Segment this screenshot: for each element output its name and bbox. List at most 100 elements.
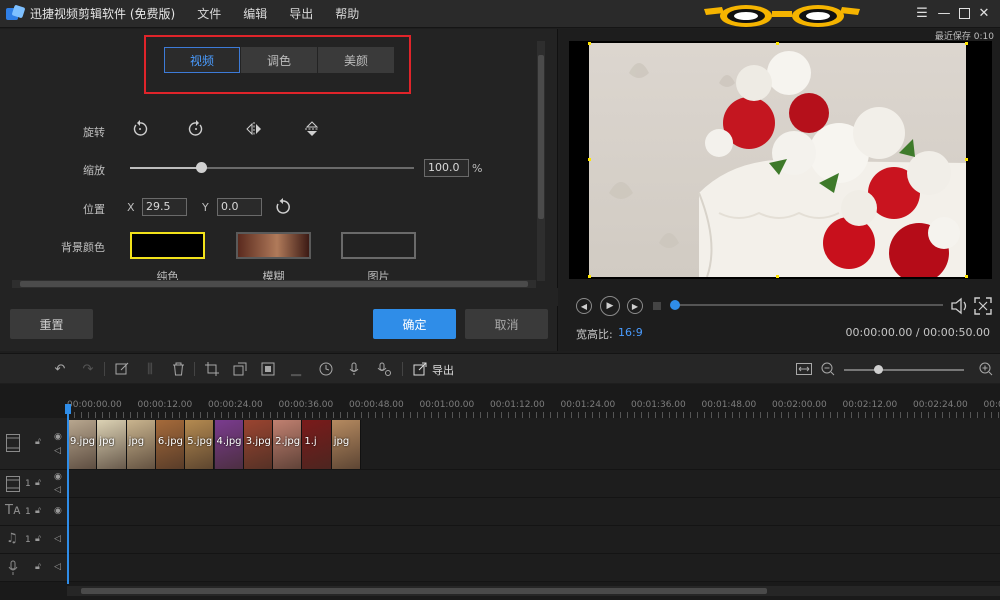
rotate-right-icon[interactable] <box>186 119 206 139</box>
mute-icon[interactable]: ◁ <box>54 485 61 495</box>
menu-file[interactable]: 文件 <box>197 5 221 22</box>
ok-button[interactable]: 确定 <box>373 309 456 339</box>
pos-x-input[interactable]: 29.5 <box>142 198 187 216</box>
selection-handle[interactable] <box>776 275 779 278</box>
panel-vertical-scrollbar[interactable] <box>537 41 545 281</box>
scale-slider-thumb[interactable] <box>196 162 207 173</box>
tab-beauty[interactable]: 美颜 <box>318 47 394 73</box>
playhead[interactable] <box>67 404 69 584</box>
playback-progress[interactable] <box>675 304 943 306</box>
microphone-icon[interactable] <box>346 361 362 377</box>
flip-vertical-icon[interactable] <box>302 119 322 139</box>
aspect-ratio-value[interactable]: 16:9 <box>618 326 643 339</box>
crop-icon[interactable] <box>204 361 220 377</box>
fit-timeline-icon[interactable] <box>796 361 812 377</box>
menu-export[interactable]: 导出 <box>289 5 313 22</box>
selection-handle[interactable] <box>776 42 779 45</box>
zoom-out-icon[interactable] <box>820 361 836 377</box>
selection-handle[interactable] <box>965 275 968 278</box>
timeline-clip[interactable]: jpg <box>331 420 361 469</box>
timeline-clip[interactable]: jpg <box>126 420 156 469</box>
lock-icon[interactable]: 🔓︎ <box>35 562 41 572</box>
time-readout: 00:00:00.00 / 00:00:50.00 <box>845 326 991 339</box>
edit-icon[interactable] <box>114 361 130 377</box>
resize-icon[interactable] <box>232 361 248 377</box>
video-preview[interactable] <box>569 41 992 279</box>
selection-handle[interactable] <box>588 42 591 45</box>
time-ruler[interactable]: 00:00:00.00 00:00:12.00 00:00:24.00 00:00:3… <box>67 384 1000 418</box>
voice-track[interactable] <box>67 554 1000 582</box>
menu-icon[interactable]: ☰ <box>914 5 930 21</box>
prev-frame-icon[interactable]: ◀ <box>576 298 592 314</box>
export-icon[interactable] <box>412 361 428 377</box>
timeline-clip[interactable]: 9.jpg <box>68 420 98 469</box>
split-icon[interactable]: ⫼ <box>142 361 158 377</box>
pos-y-input[interactable]: 0.0 <box>217 198 262 216</box>
timeline-clip[interactable]: 4.jpg <box>214 420 244 469</box>
panel-horizontal-scrollbar[interactable] <box>12 280 536 288</box>
fullscreen-icon[interactable] <box>974 297 992 315</box>
menu-edit[interactable]: 编辑 <box>243 5 267 22</box>
zoom-in-icon[interactable] <box>978 361 994 377</box>
cancel-button[interactable]: 取消 <box>465 309 548 339</box>
scale-slider[interactable] <box>130 162 414 173</box>
lock-icon[interactable]: 🔓︎ <box>35 437 41 447</box>
music-track[interactable] <box>67 526 1000 554</box>
flip-horizontal-icon[interactable] <box>244 119 264 139</box>
minimize-icon[interactable]: — <box>936 5 952 21</box>
lock-icon[interactable]: 🔓︎ <box>35 506 41 516</box>
delete-icon[interactable] <box>170 361 186 377</box>
playhead-handle[interactable] <box>65 404 71 414</box>
selection-handle[interactable] <box>965 158 968 161</box>
timeline-clip[interactable]: 1.j <box>302 420 332 469</box>
chart-icon[interactable]: ▁ <box>288 361 304 377</box>
visibility-icon[interactable]: ◉ <box>54 432 62 442</box>
timeline-clip[interactable]: 5.jpg <box>185 420 215 469</box>
mute-icon[interactable]: ◁ <box>54 446 61 456</box>
stop-icon[interactable] <box>650 299 664 313</box>
mute-icon[interactable]: ◁ <box>54 562 61 572</box>
video-overlay-track[interactable] <box>67 470 1000 498</box>
title-bar: 迅捷视频剪辑软件 (免费版) 文件 编辑 导出 帮助 ☰ — ✕ <box>0 0 1000 28</box>
timeline-clip[interactable]: 2.jpg <box>273 420 303 469</box>
text-track[interactable] <box>67 498 1000 526</box>
bg-image-swatch[interactable] <box>341 232 416 259</box>
timeline-clip[interactable]: 3.jpg <box>243 420 274 469</box>
mute-icon[interactable]: ◁ <box>54 534 61 544</box>
next-frame-icon[interactable]: ▶ <box>627 298 643 314</box>
selection-handle[interactable] <box>588 275 591 278</box>
tab-video[interactable]: 视频 <box>164 47 240 73</box>
bg-blur-swatch[interactable] <box>236 232 311 259</box>
zoom-slider-thumb[interactable] <box>874 365 883 374</box>
zoom-slider[interactable] <box>844 369 964 371</box>
mosaic-icon[interactable] <box>260 361 276 377</box>
timeline-clip[interactable]: 6.jpg <box>155 420 186 469</box>
tab-color[interactable]: 调色 <box>241 47 317 73</box>
reset-button[interactable]: 重置 <box>10 309 93 339</box>
timeline-clip[interactable]: jpg <box>97 420 127 469</box>
volume-icon[interactable] <box>950 297 970 315</box>
timeline-scrollbar[interactable] <box>67 586 1000 596</box>
export-button[interactable]: 导出 <box>432 362 454 378</box>
scale-input[interactable]: 100.0 <box>424 159 469 177</box>
bg-solid-swatch[interactable] <box>130 232 205 259</box>
rotate-left-icon[interactable] <box>130 119 150 139</box>
play-icon[interactable]: ▶ <box>600 296 620 316</box>
clock-icon[interactable] <box>318 361 334 377</box>
visibility-icon[interactable]: ◉ <box>54 472 62 482</box>
maximize-icon[interactable] <box>956 5 972 21</box>
lock-icon[interactable]: 🔓︎ <box>35 478 41 488</box>
close-icon[interactable]: ✕ <box>976 5 992 21</box>
visibility-icon[interactable]: ◉ <box>54 506 62 516</box>
menu-help[interactable]: 帮助 <box>335 5 359 22</box>
clip-label: 3.jpg <box>245 436 271 447</box>
playback-thumb[interactable] <box>670 300 680 310</box>
undo-icon[interactable]: ↶ <box>52 361 68 377</box>
redo-icon[interactable]: ↷ <box>80 361 96 377</box>
reset-position-icon[interactable] <box>274 198 292 216</box>
selection-handle[interactable] <box>588 158 591 161</box>
selection-handle[interactable] <box>965 42 968 45</box>
lock-icon[interactable]: 🔓︎ <box>35 534 41 544</box>
voice-to-text-icon[interactable] <box>376 361 392 377</box>
video-track-icon <box>6 434 20 452</box>
